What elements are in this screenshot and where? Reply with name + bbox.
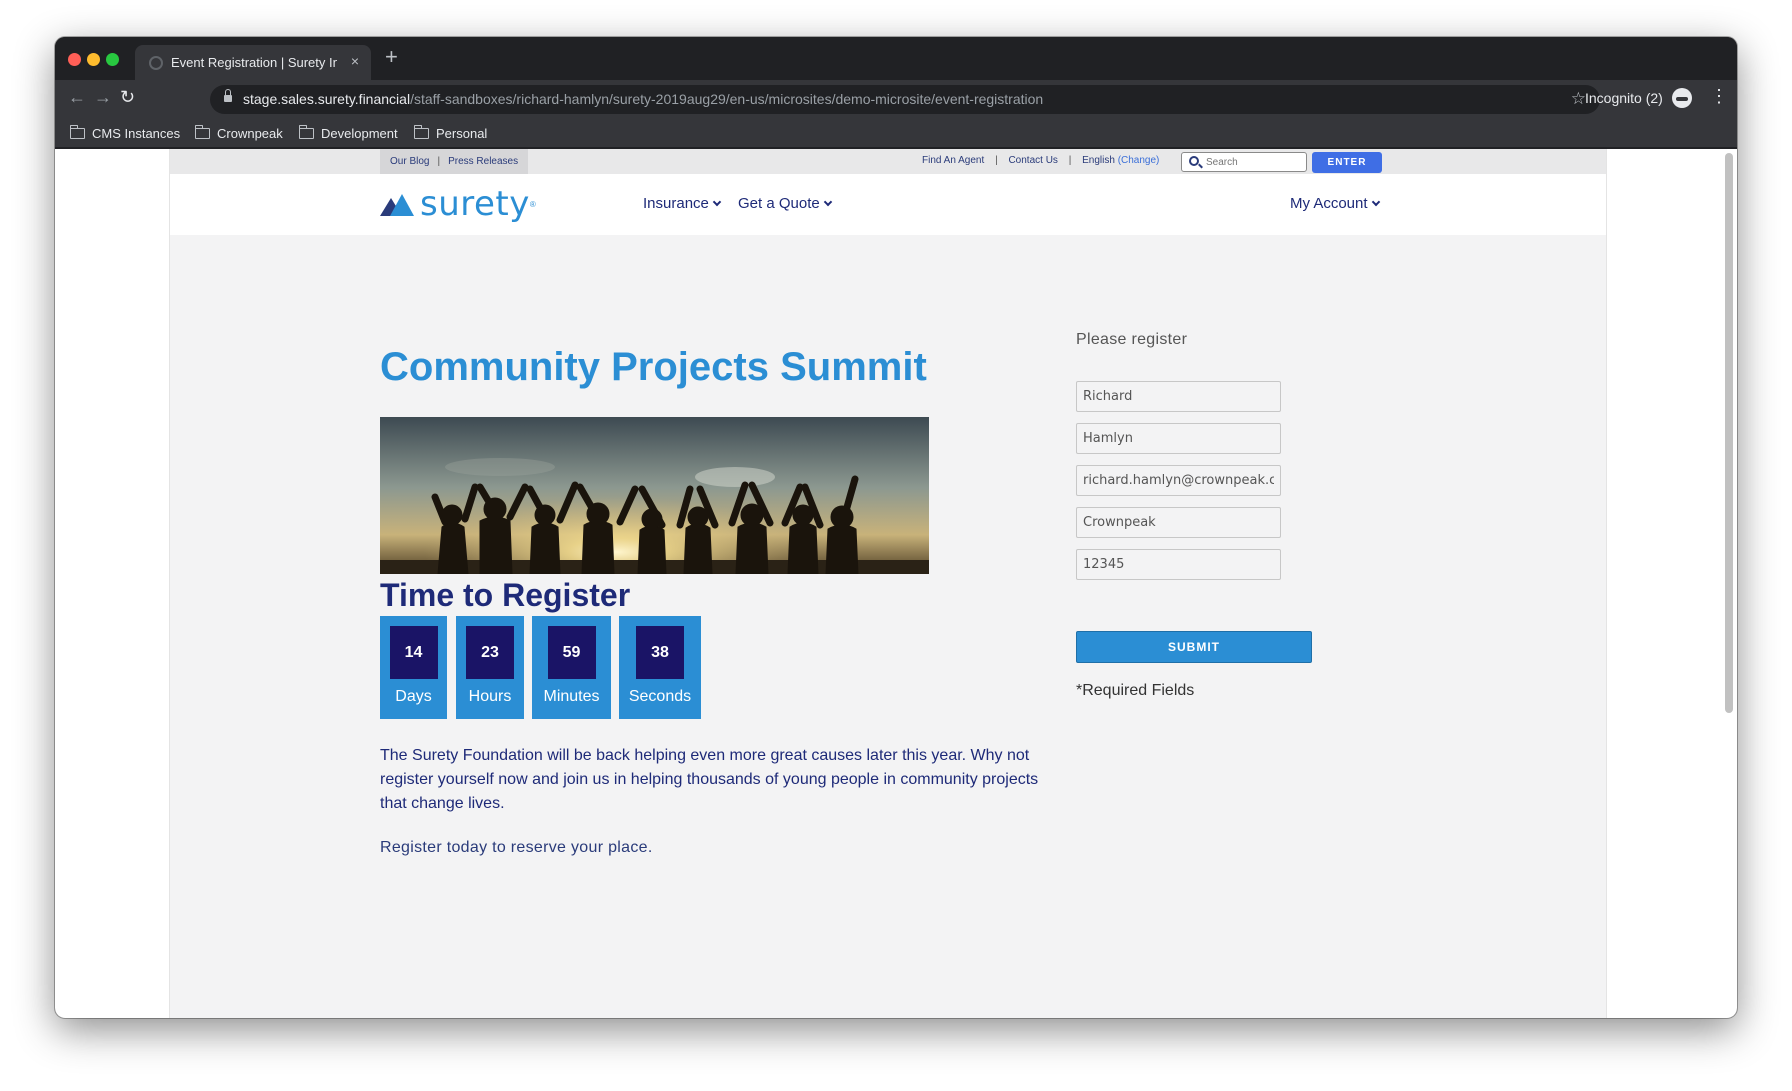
our-blog-link[interactable]: Our Blog <box>390 156 429 167</box>
nav-insurance[interactable]: Insurance <box>643 195 722 212</box>
incognito-label[interactable]: Incognito (2) <box>1585 90 1663 106</box>
countdown-value: 38 <box>636 626 684 679</box>
event-cta: Register today to reserve your place. <box>380 839 653 856</box>
main-nav: surety ® Insurance Get a Quote My Account <box>170 174 1606 235</box>
countdown-value: 23 <box>466 626 514 679</box>
search-icon <box>1189 156 1199 166</box>
back-arrow-icon[interactable]: ← <box>68 87 86 108</box>
new-tab-button[interactable]: + <box>385 46 398 68</box>
register-heading: Please register <box>1076 331 1188 348</box>
globe-icon <box>149 56 163 70</box>
nav-get-a-quote[interactable]: Get a Quote <box>738 195 832 212</box>
url-path: /staff-sandboxes/richard-hamlyn/surety-2… <box>410 91 1044 107</box>
countdown-label: Days <box>395 688 432 705</box>
first-name-field[interactable] <box>1076 381 1281 412</box>
forward-arrow-icon[interactable]: → <box>94 87 112 108</box>
countdown-days: 14 Days <box>380 616 447 719</box>
folder-icon <box>194 125 210 139</box>
tab-title: Event Registration | Surety Insu <box>171 55 337 70</box>
enter-button[interactable]: ENTER <box>1312 152 1382 173</box>
change-language-link[interactable]: (Change) <box>1118 155 1160 166</box>
language-label: English <box>1082 155 1115 166</box>
page-scrollbar[interactable] <box>1725 153 1733 713</box>
search-input[interactable] <box>1206 155 1302 170</box>
reload-icon[interactable]: ↻ <box>120 87 135 108</box>
browser-toolbar: ← → ↻ stage.sales.surety.financial/staff… <box>55 80 1737 118</box>
bookmark-development[interactable]: Development <box>298 125 398 141</box>
separator: | <box>1068 155 1072 166</box>
lock-icon <box>224 89 232 103</box>
url-text: stage.sales.surety.financial/staff-sandb… <box>243 91 1043 107</box>
trademark-mark: ® <box>529 199 536 209</box>
logo-mountain-icon <box>380 194 414 216</box>
folder-icon <box>413 125 429 139</box>
silhouette-people-image <box>380 417 929 574</box>
bookmark-star-icon[interactable]: ☆ <box>1571 89 1586 109</box>
countdown-minutes: 59 Minutes <box>532 616 611 719</box>
chevron-down-icon <box>823 197 832 207</box>
address-bar[interactable]: stage.sales.surety.financial/staff-sandb… <box>210 85 1600 114</box>
last-name-field[interactable] <box>1076 423 1281 454</box>
more-menu-icon[interactable]: ⋮ <box>1710 86 1728 107</box>
countdown-value: 14 <box>389 626 438 679</box>
separator: | <box>437 156 441 167</box>
utility-links-left: Our Blog | Press Releases <box>380 149 529 174</box>
countdown-value: 59 <box>547 626 596 679</box>
time-to-register-heading: Time to Register <box>380 577 631 613</box>
folder-icon <box>69 125 85 139</box>
chevron-down-icon <box>1371 197 1380 207</box>
countdown-seconds: 38 Seconds <box>619 616 701 719</box>
site-container: Our Blog | Press Releases Find An Agent … <box>169 149 1607 1018</box>
close-window-button[interactable] <box>68 53 81 66</box>
minimize-window-button[interactable] <box>87 53 100 66</box>
surety-logo[interactable]: surety ® <box>380 186 536 222</box>
postcode-field[interactable] <box>1076 549 1281 580</box>
company-field[interactable] <box>1076 507 1281 538</box>
bookmark-personal[interactable]: Personal <box>413 125 487 141</box>
contact-us-link[interactable]: Contact Us <box>1008 155 1057 166</box>
site-search-box[interactable] <box>1181 152 1307 172</box>
countdown-hours: 23 Hours <box>456 616 524 719</box>
bookmarks-bar: CMS Instances Crownpeak Development Pers… <box>55 118 1737 148</box>
hero-image <box>380 417 929 574</box>
chevron-down-icon <box>712 197 722 207</box>
page-viewport: Our Blog | Press Releases Find An Agent … <box>55 149 1737 1018</box>
email-field[interactable] <box>1076 465 1281 496</box>
close-tab-icon[interactable]: × <box>351 53 359 69</box>
logo-text: surety <box>420 184 530 224</box>
browser-window: Event Registration | Surety Insu × + ← →… <box>55 37 1737 1018</box>
countdown-label: Seconds <box>628 688 692 705</box>
maximize-window-button[interactable] <box>106 53 119 66</box>
title-bar: Event Registration | Surety Insu × + <box>55 37 1737 80</box>
utility-links-right: Find An Agent | Contact Us | English (Ch… <box>922 155 1159 166</box>
url-host: stage.sales.surety.financial <box>243 91 411 107</box>
countdown-label: Minutes <box>543 688 600 705</box>
countdown-label: Hours <box>468 688 512 705</box>
bookmark-cms-instances[interactable]: CMS Instances <box>69 125 180 141</box>
event-description: The Surety Foundation will be back helpi… <box>380 747 1039 812</box>
press-releases-link[interactable]: Press Releases <box>448 156 518 167</box>
separator: | <box>995 155 998 166</box>
required-fields-note: *Required Fields <box>1076 682 1195 699</box>
utility-bar: Our Blog | Press Releases Find An Agent … <box>170 149 1606 174</box>
bookmark-crownpeak[interactable]: Crownpeak <box>194 125 283 141</box>
incognito-icon[interactable] <box>1672 88 1692 108</box>
nav-my-account[interactable]: My Account <box>1290 195 1380 212</box>
folder-icon <box>298 125 314 139</box>
event-title: Community Projects Summit <box>380 345 927 389</box>
find-agent-link[interactable]: Find An Agent <box>922 155 984 166</box>
browser-tab[interactable]: Event Registration | Surety Insu × <box>135 45 371 80</box>
submit-button[interactable]: SUBMIT <box>1076 631 1312 663</box>
